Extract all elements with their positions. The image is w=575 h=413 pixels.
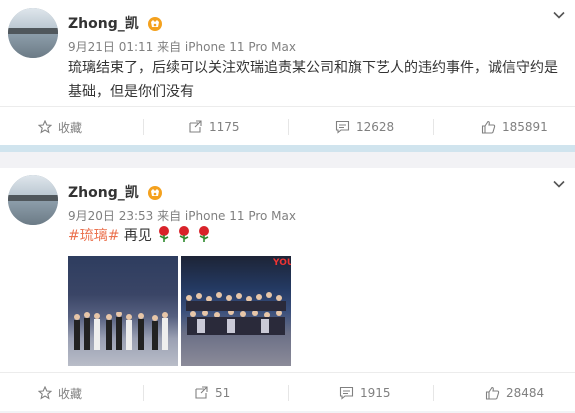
author-name-text[interactable]: Zhong_凯 xyxy=(68,16,139,32)
like-count: 28484 xyxy=(506,386,545,400)
feed-separator xyxy=(0,145,575,152)
author-name[interactable]: Zhong_凯 xyxy=(68,182,163,202)
star-icon xyxy=(38,386,52,400)
repost-icon xyxy=(195,386,208,399)
like-button[interactable]: 185891 xyxy=(481,107,548,147)
like-icon xyxy=(485,386,500,400)
author-name[interactable]: Zhong_凯 xyxy=(68,13,163,33)
like-icon xyxy=(481,120,496,134)
repost-icon xyxy=(189,120,202,133)
comment-button[interactable]: 1915 xyxy=(339,373,391,413)
chevron-down-icon[interactable] xyxy=(553,9,565,21)
repost-button[interactable]: 1175 xyxy=(188,107,240,147)
repost-count: 51 xyxy=(215,386,231,400)
action-bar: 收藏 51 1915 28484 xyxy=(0,372,575,413)
repost-count: 1175 xyxy=(209,120,240,134)
group-photo-figures xyxy=(74,312,168,350)
action-bar: 收藏 1175 12628 185891 xyxy=(0,106,575,147)
weibo-post-2: Zhong_凯 9月20日 23:53 来自 iPhone 11 Pro Max… xyxy=(0,168,575,411)
favorite-label: 收藏 xyxy=(58,386,83,401)
comment-icon xyxy=(339,386,354,400)
comment-count: 12628 xyxy=(356,120,395,134)
post-photo-1[interactable] xyxy=(68,256,178,366)
favorite-button[interactable]: 收藏 xyxy=(38,107,82,147)
weibo-post-1: Zhong_凯 9月21日 01:11 来自 iPhone 11 Pro Max… xyxy=(0,0,575,145)
like-button[interactable]: 28484 xyxy=(485,373,544,413)
star-icon xyxy=(38,120,52,134)
comment-button[interactable]: 12628 xyxy=(335,107,394,147)
vip-badge-icon xyxy=(147,186,162,200)
favorite-label: 收藏 xyxy=(58,120,83,135)
post-photo-2[interactable]: YOU xyxy=(181,256,291,366)
post-text-body: 再见 xyxy=(119,228,152,244)
post-meta: 9月20日 23:53 来自 iPhone 11 Pro Max xyxy=(68,209,296,223)
post-text: #琉璃# 再见 xyxy=(68,224,558,248)
author-name-text[interactable]: Zhong_凯 xyxy=(68,185,139,201)
crowd-figures xyxy=(186,292,286,335)
rose-icon xyxy=(159,226,210,242)
vip-badge-icon xyxy=(147,17,162,31)
post-meta: 9月21日 01:11 来自 iPhone 11 Pro Max xyxy=(68,40,296,54)
post-text: 琉璃结束了，后续可以关注欢瑞追责某公司和旗下艺人的违约事件，诚信守约是基础，但是… xyxy=(68,60,558,100)
comment-count: 1915 xyxy=(360,386,391,400)
like-count: 185891 xyxy=(502,120,548,134)
avatar[interactable] xyxy=(8,175,58,225)
repost-button[interactable]: 51 xyxy=(194,373,230,413)
photo-overlay-text: YOU xyxy=(273,258,291,268)
favorite-button[interactable]: 收藏 xyxy=(38,373,82,413)
chevron-down-icon[interactable] xyxy=(553,178,565,190)
comment-icon xyxy=(335,120,350,134)
topic-tag-link[interactable]: #琉璃# xyxy=(68,228,119,244)
avatar[interactable] xyxy=(8,8,58,58)
